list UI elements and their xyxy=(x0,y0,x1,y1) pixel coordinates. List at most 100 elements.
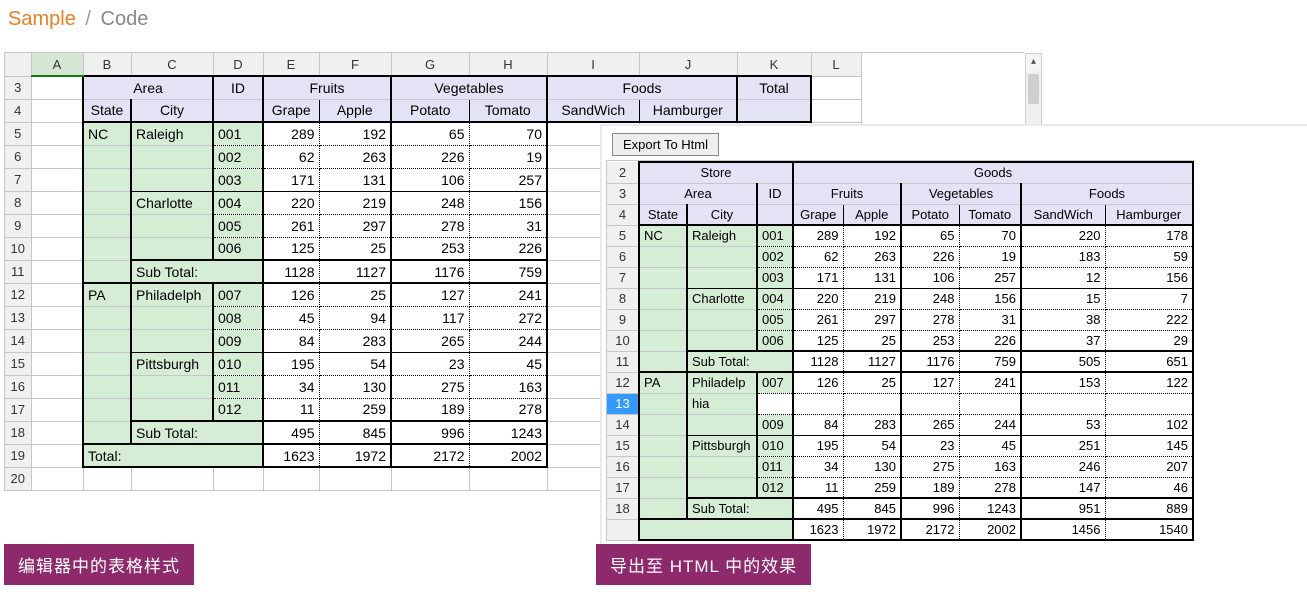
id-006[interactable]: 006 xyxy=(214,238,262,260)
val[interactable]: 219 xyxy=(320,192,391,214)
val[interactable]: 759 xyxy=(470,261,547,282)
val[interactable]: 46 xyxy=(1106,478,1193,498)
val[interactable]: 127 xyxy=(392,284,469,306)
row-9[interactable]: 9 xyxy=(5,214,31,237)
val[interactable]: 283 xyxy=(844,415,901,435)
val[interactable]: 265 xyxy=(902,415,959,435)
val[interactable]: 278 xyxy=(960,478,1021,498)
hdr-id[interactable]: ID xyxy=(214,77,262,99)
r-id-007[interactable]: 007 xyxy=(758,373,792,393)
r-hdr-store[interactable]: Store xyxy=(640,163,792,183)
row-3[interactable]: 3 xyxy=(5,76,31,99)
val[interactable]: 1127 xyxy=(320,261,391,282)
val[interactable]: 130 xyxy=(844,457,901,477)
id-008[interactable]: 008 xyxy=(214,307,262,329)
scroll-thumb[interactable] xyxy=(1028,74,1039,104)
val[interactable]: 192 xyxy=(320,123,391,145)
r-hdr-foods[interactable]: Foods xyxy=(1022,184,1192,204)
r-id-008[interactable]: 008 xyxy=(758,394,792,414)
r-hdr-hb[interactable]: Hamburger xyxy=(1106,205,1193,225)
val[interactable]: 845 xyxy=(320,422,391,443)
val[interactable]: 248 xyxy=(392,192,469,214)
val[interactable]: 505 xyxy=(1022,352,1105,371)
hdr-hb[interactable]: Hamburger xyxy=(640,100,737,122)
val[interactable]: 283 xyxy=(320,330,391,352)
r-hdr-city[interactable]: City xyxy=(688,205,756,225)
val[interactable]: 263 xyxy=(320,146,391,168)
r-city-phil2[interactable]: hia xyxy=(688,394,756,414)
hdr-id2[interactable] xyxy=(214,100,262,122)
val[interactable]: 1972 xyxy=(320,445,391,466)
r-hdr-veg[interactable]: Vegetables xyxy=(902,184,1020,204)
hdr-state[interactable]: State xyxy=(84,100,130,122)
r-row-17[interactable]: 17 xyxy=(607,477,639,498)
val[interactable]: 275 xyxy=(392,376,469,398)
r-hdr-potato[interactable]: Potato xyxy=(902,205,959,225)
val[interactable]: 147 xyxy=(1022,478,1105,498)
val[interactable]: 125 xyxy=(264,238,319,260)
r-city-raleigh[interactable]: Raleigh xyxy=(688,226,756,246)
r-id-002[interactable]: 002 xyxy=(758,247,792,267)
val[interactable]: 222 xyxy=(1106,310,1193,330)
id-007[interactable]: 007 xyxy=(214,284,262,306)
val[interactable]: 126 xyxy=(264,284,319,306)
val[interactable]: 70 xyxy=(470,123,547,145)
city-pitt[interactable]: Pittsburgh xyxy=(132,353,212,375)
row-13[interactable]: 13 xyxy=(5,306,31,329)
row-8[interactable]: 8 xyxy=(5,191,31,214)
hdr-sw[interactable]: SandWich xyxy=(548,100,639,122)
row-12[interactable]: 12 xyxy=(5,283,31,306)
val[interactable]: 278 xyxy=(392,215,469,237)
val[interactable]: 178 xyxy=(1106,226,1193,246)
hdr-total[interactable]: Total xyxy=(738,77,810,99)
hdr-apple[interactable]: Apple xyxy=(320,100,391,122)
val[interactable]: 267 xyxy=(1106,394,1193,414)
r-row-15[interactable]: 15 xyxy=(607,435,639,456)
val[interactable]: 19 xyxy=(470,146,547,168)
val[interactable]: 192 xyxy=(844,226,901,246)
val[interactable]: 265 xyxy=(392,330,469,352)
hdr-area[interactable]: Area xyxy=(84,77,212,99)
row-4[interactable]: 4 xyxy=(5,99,31,122)
val[interactable]: 12 xyxy=(1022,268,1105,288)
r-hdr-id[interactable]: ID xyxy=(758,184,792,204)
val[interactable]: 889 xyxy=(1106,499,1193,518)
hdr-city[interactable]: City xyxy=(132,100,212,122)
row-7[interactable]: 7 xyxy=(5,168,31,191)
val[interactable]: 156 xyxy=(470,192,547,214)
val[interactable]: 257 xyxy=(960,268,1021,288)
val[interactable]: 259 xyxy=(844,478,901,498)
val[interactable]: 94 xyxy=(844,394,901,414)
val[interactable]: 15 xyxy=(1022,289,1105,309)
val[interactable]: 220 xyxy=(1022,226,1105,246)
id-001[interactable]: 001 xyxy=(214,123,262,145)
r-id-006[interactable]: 006 xyxy=(758,331,792,351)
row-5[interactable]: 5 xyxy=(5,122,31,145)
val[interactable]: 156 xyxy=(1106,268,1193,288)
row-17[interactable]: 17 xyxy=(5,398,31,421)
val[interactable]: 207 xyxy=(1106,457,1193,477)
val[interactable]: 1623 xyxy=(264,445,319,466)
id-002[interactable]: 002 xyxy=(214,146,262,168)
val[interactable]: 257 xyxy=(470,169,547,191)
col-J[interactable]: J xyxy=(639,53,737,76)
val[interactable]: 272 xyxy=(470,307,547,329)
r-city-phil1[interactable]: Philadelp xyxy=(688,373,756,393)
r-row-2[interactable]: 2 xyxy=(607,162,639,183)
val[interactable]: 195 xyxy=(264,353,319,375)
val[interactable]: 2002 xyxy=(960,520,1021,539)
id-009[interactable]: 009 xyxy=(214,330,262,352)
row-11[interactable]: 11 xyxy=(5,260,31,283)
row-15[interactable]: 15 xyxy=(5,352,31,375)
r-id-010[interactable]: 010 xyxy=(758,436,792,456)
val[interactable]: 1127 xyxy=(844,352,901,371)
val[interactable]: 253 xyxy=(902,331,959,351)
hdr-grape[interactable]: Grape xyxy=(264,100,319,122)
val[interactable]: 25 xyxy=(844,373,901,393)
val[interactable]: 2172 xyxy=(902,520,959,539)
val[interactable]: 1623 xyxy=(794,520,843,539)
r-row-14[interactable]: 14 xyxy=(607,414,639,435)
row-19[interactable]: 19 xyxy=(5,444,31,467)
r-row-5[interactable]: 5 xyxy=(607,225,639,246)
val[interactable]: 45 xyxy=(794,394,843,414)
